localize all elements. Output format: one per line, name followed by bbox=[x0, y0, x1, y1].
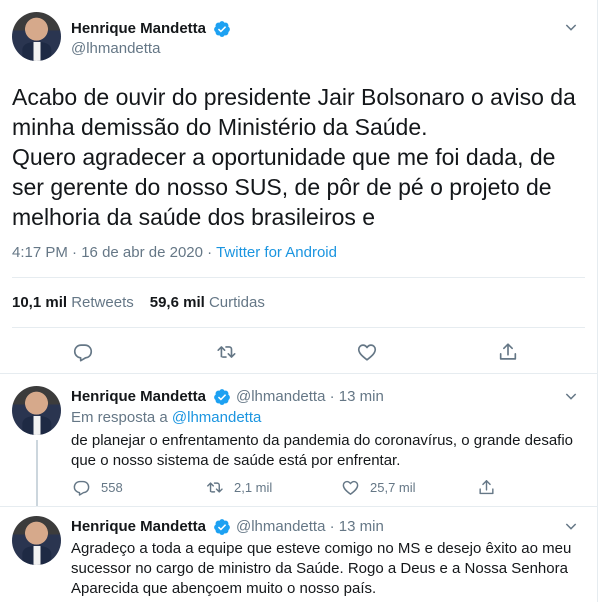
like-count: 25,7 mil bbox=[370, 479, 416, 495]
author-handle[interactable]: @lhmandetta bbox=[71, 40, 160, 57]
share-action[interactable] bbox=[477, 477, 506, 497]
avatar[interactable] bbox=[12, 12, 61, 61]
retweets-count: 10,1 mil bbox=[12, 294, 68, 311]
chevron-down-icon[interactable] bbox=[563, 388, 579, 404]
likes-count: 59,6 mil bbox=[149, 294, 205, 311]
likes-stat[interactable]: 59,6 mil Curtidas bbox=[150, 294, 265, 311]
verified-badge-icon bbox=[214, 389, 230, 405]
tweet-source-link[interactable]: Twitter for Android bbox=[216, 244, 337, 261]
thread-connector bbox=[36, 440, 38, 506]
like-icon bbox=[342, 480, 359, 495]
tweet-text-paragraph: Acabo de ouvir do presidente Jair Bolson… bbox=[12, 84, 576, 140]
reply-icon[interactable] bbox=[72, 341, 94, 363]
retweet-action[interactable]: 2,1 mil bbox=[205, 477, 272, 497]
reply-text: de planejar o enfrentamento da pandemia … bbox=[71, 432, 574, 469]
reply-tweet[interactable]: Henrique Mandetta @lhmandetta · 13 min A… bbox=[0, 507, 597, 602]
main-tweet: Henrique Mandetta @lhmandetta Acabo de o… bbox=[0, 0, 597, 374]
author-handle: @lhmandetta · 13 min bbox=[236, 518, 384, 535]
time-ago[interactable]: 13 min bbox=[339, 518, 384, 535]
reply-icon bbox=[73, 480, 90, 496]
author-name[interactable]: Henrique Mandetta bbox=[71, 518, 206, 535]
tweet-stats: 10,1 mil Retweets 59,6 mil Curtidas bbox=[12, 294, 265, 311]
retweet-count: 2,1 mil bbox=[234, 479, 273, 495]
share-icon bbox=[479, 479, 494, 494]
retweets-stat[interactable]: 10,1 mil Retweets bbox=[12, 294, 134, 311]
reply-text: Agradeço a toda a equipe que esteve comi… bbox=[71, 540, 572, 597]
author-handle[interactable]: @lhmandetta bbox=[236, 518, 325, 535]
chevron-down-icon[interactable] bbox=[563, 19, 579, 35]
divider bbox=[12, 327, 585, 328]
reply-count: 558 bbox=[101, 479, 123, 495]
author-name[interactable]: Henrique Mandetta bbox=[71, 20, 206, 37]
reply-to-handle-link[interactable]: @lhmandetta bbox=[172, 409, 261, 426]
reply-to-label: Em resposta a bbox=[71, 409, 168, 426]
retweet-icon bbox=[207, 481, 223, 493]
tweet-date[interactable]: 16 de abr de 2020 bbox=[81, 244, 203, 261]
retweets-label: Retweets bbox=[71, 294, 134, 311]
tweet-thread: Henrique Mandetta @lhmandetta Acabo de o… bbox=[0, 0, 598, 602]
meta-dot: · bbox=[329, 518, 335, 535]
likes-label: Curtidas bbox=[208, 294, 265, 311]
reply-action[interactable]: 558 bbox=[72, 477, 123, 497]
author-name[interactable]: Henrique Mandetta bbox=[71, 388, 206, 405]
reply-tweet[interactable]: Henrique Mandetta @lhmandetta · 13 min E… bbox=[0, 374, 597, 507]
share-icon[interactable] bbox=[497, 341, 519, 363]
verified-badge-icon bbox=[214, 519, 230, 535]
tweet-text-paragraph: Quero agradecer a oportunidade que me fo… bbox=[12, 144, 556, 230]
avatar[interactable] bbox=[12, 386, 61, 435]
tweet-text: Acabo de ouvir do presidente Jair Bolson… bbox=[12, 82, 582, 232]
meta-dot: · bbox=[329, 388, 335, 405]
time-ago[interactable]: 13 min bbox=[339, 388, 384, 405]
meta-dot: · bbox=[207, 244, 213, 261]
reply-context: Em resposta a @lhmandetta bbox=[71, 409, 261, 426]
like-icon[interactable] bbox=[356, 341, 378, 363]
retweet-icon[interactable] bbox=[215, 341, 237, 363]
divider bbox=[12, 277, 585, 278]
chevron-down-icon[interactable] bbox=[563, 518, 579, 534]
author-handle[interactable]: @lhmandetta bbox=[236, 388, 325, 405]
author-handle: @lhmandetta · 13 min bbox=[236, 388, 384, 405]
like-action[interactable]: 25,7 mil bbox=[341, 477, 416, 497]
meta-dot: · bbox=[72, 244, 78, 261]
avatar[interactable] bbox=[12, 516, 61, 565]
tweet-meta: 4:17 PM · 16 de abr de 2020 · Twitter fo… bbox=[12, 244, 337, 261]
verified-badge-icon bbox=[214, 21, 230, 37]
tweet-time[interactable]: 4:17 PM bbox=[12, 244, 68, 261]
